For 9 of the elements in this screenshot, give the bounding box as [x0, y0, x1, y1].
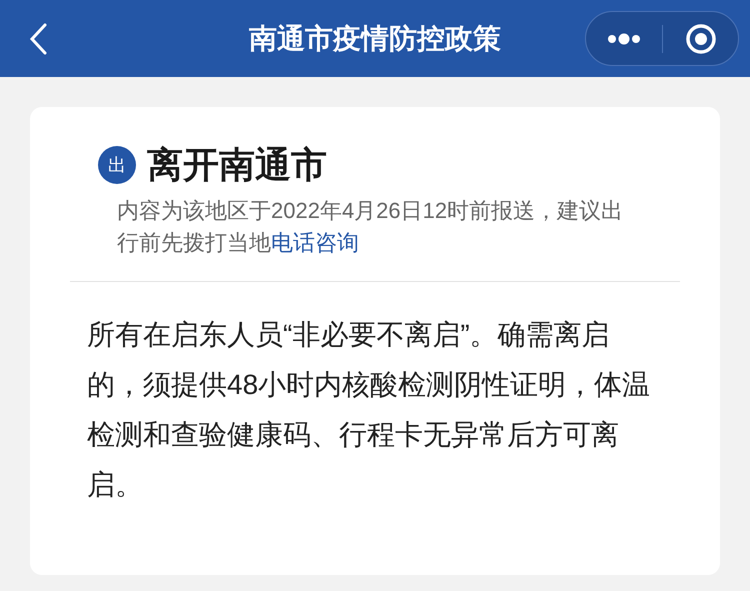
back-icon: [29, 23, 47, 55]
card-title: 离开南通市: [147, 143, 327, 187]
note-text: 内容为该地区于2022年4月26日12时前报送，建议出行前先拨打当地电话咨询: [117, 197, 624, 257]
target-icon: [684, 22, 716, 54]
policy-text: 所有在启东人员“非必要不离启”。确需离启的，须提供48小时内核酸检测阴性证明，体温检测和查验健康码、行程卡无异常后方可离启。: [87, 318, 652, 502]
more-icon: [607, 32, 641, 44]
phone-consult-link[interactable]: 电话咨询: [271, 230, 359, 255]
exit-badge: 出: [98, 146, 136, 184]
window-title: 南通市疫情防控政策: [249, 22, 501, 56]
